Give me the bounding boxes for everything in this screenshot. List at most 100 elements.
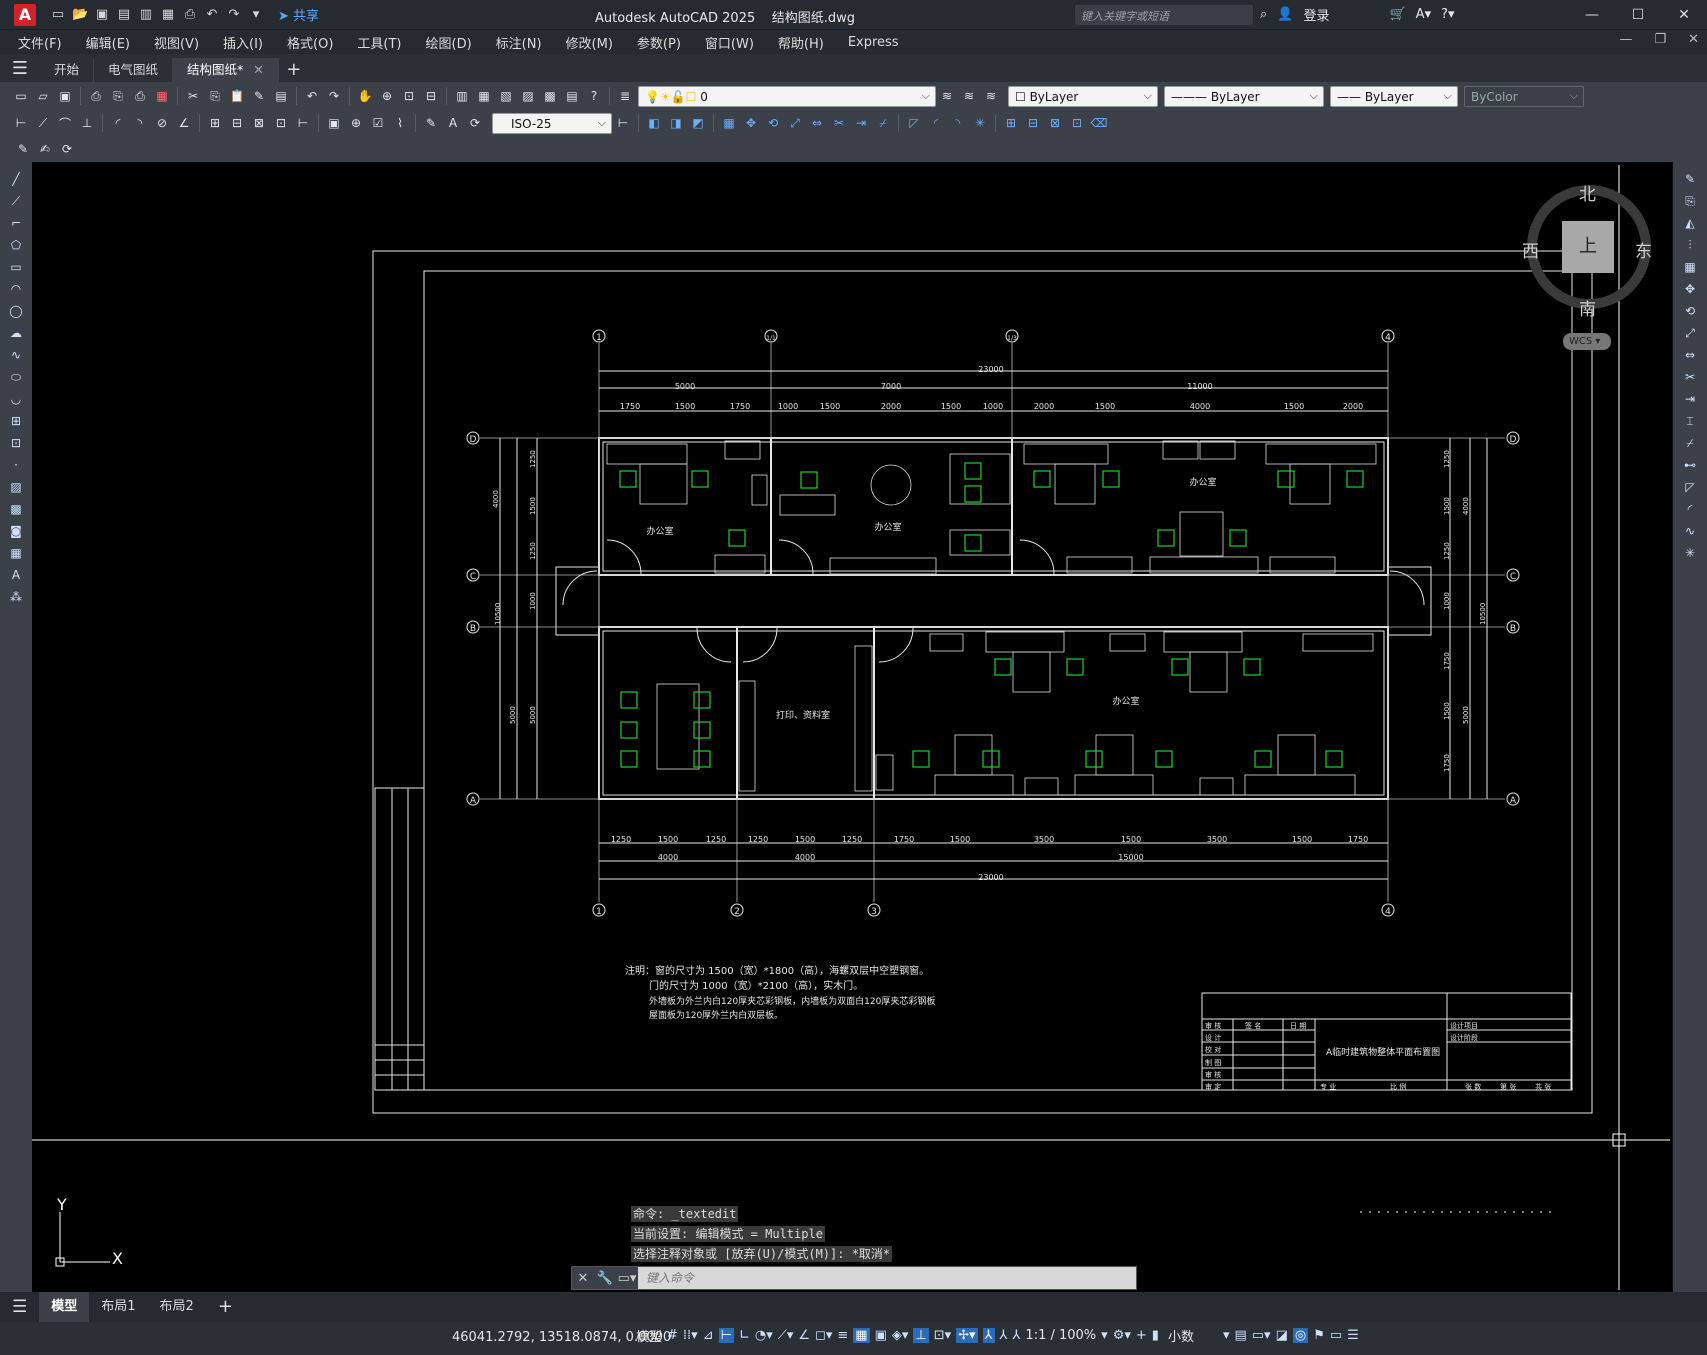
- zoom-previous-icon[interactable]: ⊟: [422, 87, 440, 105]
- plotstyle-dropdown[interactable]: ByColor: [1464, 85, 1584, 107]
- menu-item-8[interactable]: 修改(M): [566, 33, 613, 52]
- dim-text-edit-icon[interactable]: A: [444, 114, 462, 132]
- blend-icon[interactable]: ◝: [949, 114, 967, 132]
- save-web-icon[interactable]: ▦: [160, 7, 176, 23]
- mtext-icon[interactable]: A: [7, 566, 25, 584]
- rotate-icon[interactable]: ⟲: [1681, 302, 1699, 320]
- menu-item-9[interactable]: 参数(P): [637, 33, 681, 52]
- login-button[interactable]: 登录: [1303, 5, 1329, 24]
- linetype-dropdown[interactable]: ——— ByLayer: [1164, 85, 1324, 107]
- tab-start[interactable]: 开始: [40, 58, 95, 82]
- dim-space-icon[interactable]: ⊡: [272, 114, 290, 132]
- dim-break-icon[interactable]: ⊢: [294, 114, 312, 132]
- grid-icon[interactable]: #: [667, 1328, 678, 1343]
- match-properties-icon[interactable]: ✎: [250, 87, 268, 105]
- arc-length-icon[interactable]: ⌒: [56, 114, 74, 132]
- explode-icon[interactable]: ✳: [1681, 544, 1699, 562]
- radius-dim-icon[interactable]: ◜: [109, 114, 127, 132]
- tolerance-icon[interactable]: ▣: [325, 114, 343, 132]
- hatch-icon[interactable]: ▨: [7, 478, 25, 496]
- erase-icon[interactable]: ✎: [1681, 170, 1699, 188]
- polygon-icon[interactable]: ⬠: [7, 236, 25, 254]
- minimize-button[interactable]: —: [1569, 0, 1615, 30]
- diameter-dim-icon[interactable]: ⊘: [153, 114, 171, 132]
- aligned-dim-icon[interactable]: ⟋: [34, 114, 52, 132]
- dimstyle-dropdown[interactable]: ISO-25: [492, 112, 612, 134]
- add-layout-button[interactable]: +: [206, 1292, 245, 1322]
- cut-icon[interactable]: ✂: [184, 87, 202, 105]
- selection-filter-icon[interactable]: ⊡▾: [934, 1328, 951, 1343]
- viewcube-face[interactable]: 上: [1562, 221, 1614, 273]
- help-icon[interactable]: ?: [585, 87, 603, 105]
- open-icon[interactable]: ▱: [34, 87, 52, 105]
- make-block-icon[interactable]: ⊡: [7, 434, 25, 452]
- ordinate-dim-icon[interactable]: ⊥: [78, 114, 96, 132]
- attribute-edit-icon[interactable]: ✎: [14, 140, 32, 158]
- mirror-icon[interactable]: ◨: [667, 114, 685, 132]
- menu-item-6[interactable]: 绘图(D): [426, 33, 472, 52]
- isodraft-icon[interactable]: ⟋▾: [778, 1328, 794, 1343]
- doc-close-button[interactable]: ✕: [1688, 32, 1699, 47]
- help-icon[interactable]: ?▾: [1441, 7, 1454, 22]
- stretch-icon[interactable]: ⇔: [808, 114, 826, 132]
- save-icon[interactable]: ▣: [56, 87, 74, 105]
- customize-command-icon[interactable]: 🔧: [594, 1271, 616, 1286]
- break-icon[interactable]: ⌿: [874, 114, 892, 132]
- annotation-monitor-icon[interactable]: +: [1136, 1328, 1147, 1343]
- scale-icon[interactable]: ⤢: [786, 114, 804, 132]
- color-dropdown[interactable]: ☐ ByLayer: [1008, 85, 1158, 107]
- object-snap-tracking-icon[interactable]: ∠: [798, 1328, 810, 1343]
- center-mark-icon[interactable]: ⊕: [347, 114, 365, 132]
- ortho-icon[interactable]: ∟: [739, 1328, 750, 1343]
- align-icon[interactable]: ⊠: [1046, 114, 1064, 132]
- tab-layout2[interactable]: 布局2: [148, 1292, 206, 1322]
- drawing-canvas[interactable]: 23000 23000 5000 7000 11000 1750 1500 17…: [32, 162, 1672, 1292]
- ellipse-icon[interactable]: ⬭: [7, 368, 25, 386]
- lineweight-icon[interactable]: ≡: [837, 1328, 848, 1343]
- layout-menu-icon[interactable]: ☰: [0, 1292, 39, 1322]
- clean-screen-icon[interactable]: ⚑: [1313, 1328, 1325, 1343]
- save-as-icon[interactable]: ▤: [116, 7, 132, 23]
- lengthen-icon[interactable]: ⊡: [1068, 114, 1086, 132]
- menu-item-0[interactable]: 文件(F): [18, 33, 62, 52]
- circle-icon[interactable]: ◯: [7, 302, 25, 320]
- menu-item-3[interactable]: 插入(I): [223, 33, 263, 52]
- compass-west[interactable]: 西: [1522, 237, 1539, 262]
- lineweight-dropdown[interactable]: —— ByLayer: [1330, 85, 1458, 107]
- pdf-icon[interactable]: ▦: [153, 87, 171, 105]
- menu-item-1[interactable]: 编辑(E): [86, 33, 130, 52]
- fillet-icon[interactable]: ◜: [1681, 500, 1699, 518]
- maximize-button[interactable]: ☐: [1615, 0, 1661, 30]
- compass-east[interactable]: 东: [1635, 237, 1652, 262]
- polyline-icon[interactable]: ⌐: [7, 214, 25, 232]
- menu-item-12[interactable]: Express: [848, 35, 899, 50]
- tab-electrical-drawing[interactable]: 电气图纸: [94, 58, 174, 82]
- 3d-osnap-icon[interactable]: ◈▾: [892, 1328, 909, 1343]
- move-icon[interactable]: ✥: [742, 114, 760, 132]
- layer-properties-icon[interactable]: ≣: [616, 87, 634, 105]
- status-menu-icon[interactable]: ☰: [1347, 1328, 1359, 1343]
- command-input[interactable]: 键入命令: [638, 1267, 1136, 1289]
- model-space-button[interactable]: 模型: [636, 1326, 662, 1345]
- calculator-icon[interactable]: ▤: [563, 87, 581, 105]
- new-tab-button[interactable]: +: [279, 58, 309, 82]
- blend-curves-icon[interactable]: ∿: [1681, 522, 1699, 540]
- spline-icon[interactable]: ∿: [7, 346, 25, 364]
- inspect-icon[interactable]: ☑: [369, 114, 387, 132]
- trim-icon[interactable]: ✂: [830, 114, 848, 132]
- dim-edit-icon[interactable]: ✎: [422, 114, 440, 132]
- dynamic-input-icon[interactable]: ⊢: [718, 1328, 734, 1343]
- close-tab-icon[interactable]: ✕: [253, 62, 263, 77]
- pedit-icon[interactable]: ⊟: [1024, 114, 1042, 132]
- rectangle-icon[interactable]: ▭: [7, 258, 25, 276]
- isolate-objects-icon[interactable]: ◪: [1276, 1328, 1288, 1343]
- customization-icon[interactable]: ▭: [1330, 1328, 1342, 1343]
- object-snap-icon[interactable]: ◻▾: [815, 1328, 832, 1343]
- redo-icon[interactable]: ↷: [325, 87, 343, 105]
- arc-icon[interactable]: ◠: [7, 280, 25, 298]
- menu-item-11[interactable]: 帮助(H): [778, 33, 824, 52]
- join-icon[interactable]: ⊷: [1681, 456, 1699, 474]
- jogged-dim-icon[interactable]: ◝: [131, 114, 149, 132]
- mirror-icon[interactable]: ◭: [1681, 214, 1699, 232]
- snap-icon[interactable]: ⁞⁞▾: [683, 1328, 698, 1343]
